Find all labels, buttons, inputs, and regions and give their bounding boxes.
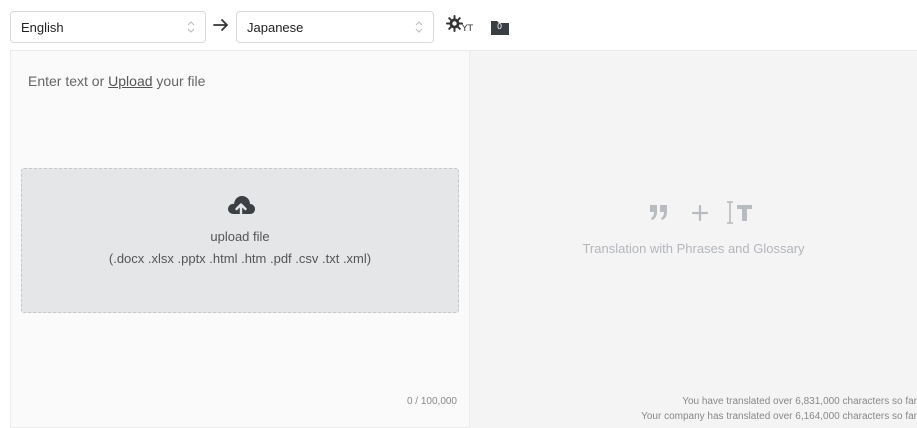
- dropzone-title: upload file: [210, 229, 270, 244]
- file-dropzone[interactable]: upload file (.docx .xlsx .pptx .html .ht…: [21, 168, 459, 313]
- text-size-icon: [727, 201, 733, 224]
- text-t-icon: [737, 205, 752, 221]
- feature-icons: [650, 201, 752, 224]
- upload-link[interactable]: Upload: [108, 73, 152, 89]
- gear-icon: [446, 15, 463, 32]
- prompt-text: Enter text or: [28, 73, 109, 89]
- swap-arrow-icon[interactable]: [212, 16, 230, 34]
- user-stats: You have translated over 6,831,000 chara…: [682, 396, 917, 407]
- toolbar: English Japanese YT 0: [0, 0, 917, 50]
- input-prompt: Enter text or Upload your file: [28, 73, 205, 89]
- target-language-select[interactable]: Japanese: [236, 11, 434, 43]
- source-text-panel[interactable]: Enter text or Upload your file upload fi…: [10, 50, 470, 428]
- character-counter: 0 / 100,000: [406, 396, 457, 407]
- dropzone-formats: (.docx .xlsx .pptx .html .htm .pdf .csv …: [108, 251, 372, 266]
- quote-icon: [650, 205, 667, 220]
- source-language-value: English: [21, 19, 64, 35]
- settings-suffix: YT: [462, 24, 473, 34]
- prompt-text-suffix: your file: [152, 73, 206, 89]
- updown-chevron-icon: [187, 21, 195, 33]
- target-language-value: Japanese: [247, 19, 304, 35]
- translation-output-panel: Translation with Phrases and Glossary Yo…: [470, 50, 917, 428]
- settings-button[interactable]: YT: [446, 15, 480, 37]
- folder-count: 0: [497, 22, 503, 31]
- company-stats: Your company has translated over 6,164,0…: [641, 411, 917, 422]
- source-language-select[interactable]: English: [10, 11, 206, 43]
- updown-chevron-icon: [415, 21, 423, 33]
- plus-icon: [691, 204, 709, 222]
- cloud-upload-icon: [228, 196, 255, 220]
- feature-label: Translation with Phrases and Glossary: [582, 241, 805, 256]
- folder-button[interactable]: 0: [491, 19, 509, 35]
